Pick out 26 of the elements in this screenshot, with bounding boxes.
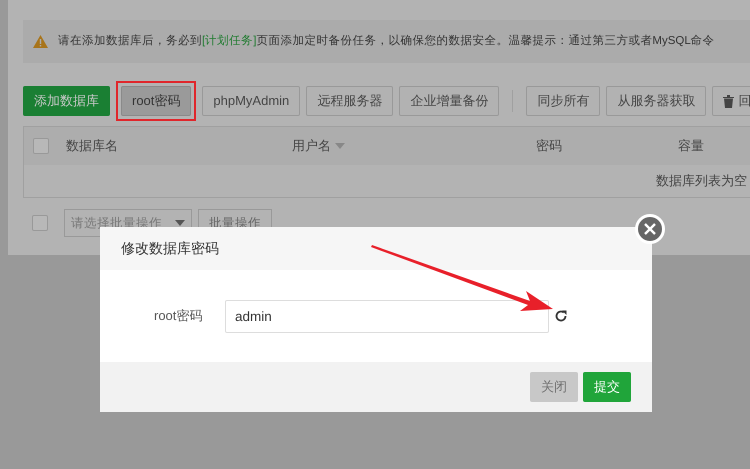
close-icon bbox=[644, 223, 656, 235]
toolbar-button[interactable]: 远程服务器 bbox=[306, 86, 394, 116]
toolbar-button[interactable]: 添加数据库 bbox=[23, 86, 110, 116]
toolbar-button[interactable]: 同步所有 bbox=[526, 86, 600, 116]
dialog-title: 修改数据库密码 bbox=[121, 239, 219, 258]
close-button[interactable]: 关闭 bbox=[530, 372, 578, 402]
toolbar-button[interactable]: 从服务器获取 bbox=[606, 86, 706, 116]
column-header: 密码 bbox=[536, 137, 562, 156]
toolbar-button[interactable]: root密码 bbox=[121, 86, 192, 116]
toolbar-button[interactable]: phpMyAdmin bbox=[202, 86, 300, 116]
column-header: 数据库名 bbox=[66, 137, 118, 156]
batch-checkbox[interactable] bbox=[32, 215, 48, 231]
notice-text: 请在添加数据库后，务必到[计划任务]页面添加定时备份任务，以确保您的数据安全。温馨提示：通过第三方或者MySQL命令 bbox=[58, 33, 715, 49]
warning-icon bbox=[33, 35, 48, 48]
toolbar-button[interactable]: 企业增量备份 bbox=[399, 86, 500, 116]
empty-message: 数据库列表为空 bbox=[656, 172, 747, 190]
column-header: 容量 bbox=[678, 137, 704, 156]
password-field[interactable]: admin bbox=[225, 300, 549, 332]
submit-button[interactable]: 提交 bbox=[583, 372, 631, 402]
refresh-icon[interactable] bbox=[554, 309, 568, 323]
trash-icon bbox=[723, 94, 734, 108]
field-label: root密码 bbox=[154, 307, 204, 326]
toolbar-button[interactable]: 回 bbox=[712, 86, 750, 116]
column-header: 用户名 bbox=[292, 137, 331, 156]
sort-caret-icon[interactable] bbox=[335, 143, 345, 149]
select-all-checkbox[interactable] bbox=[33, 138, 49, 154]
